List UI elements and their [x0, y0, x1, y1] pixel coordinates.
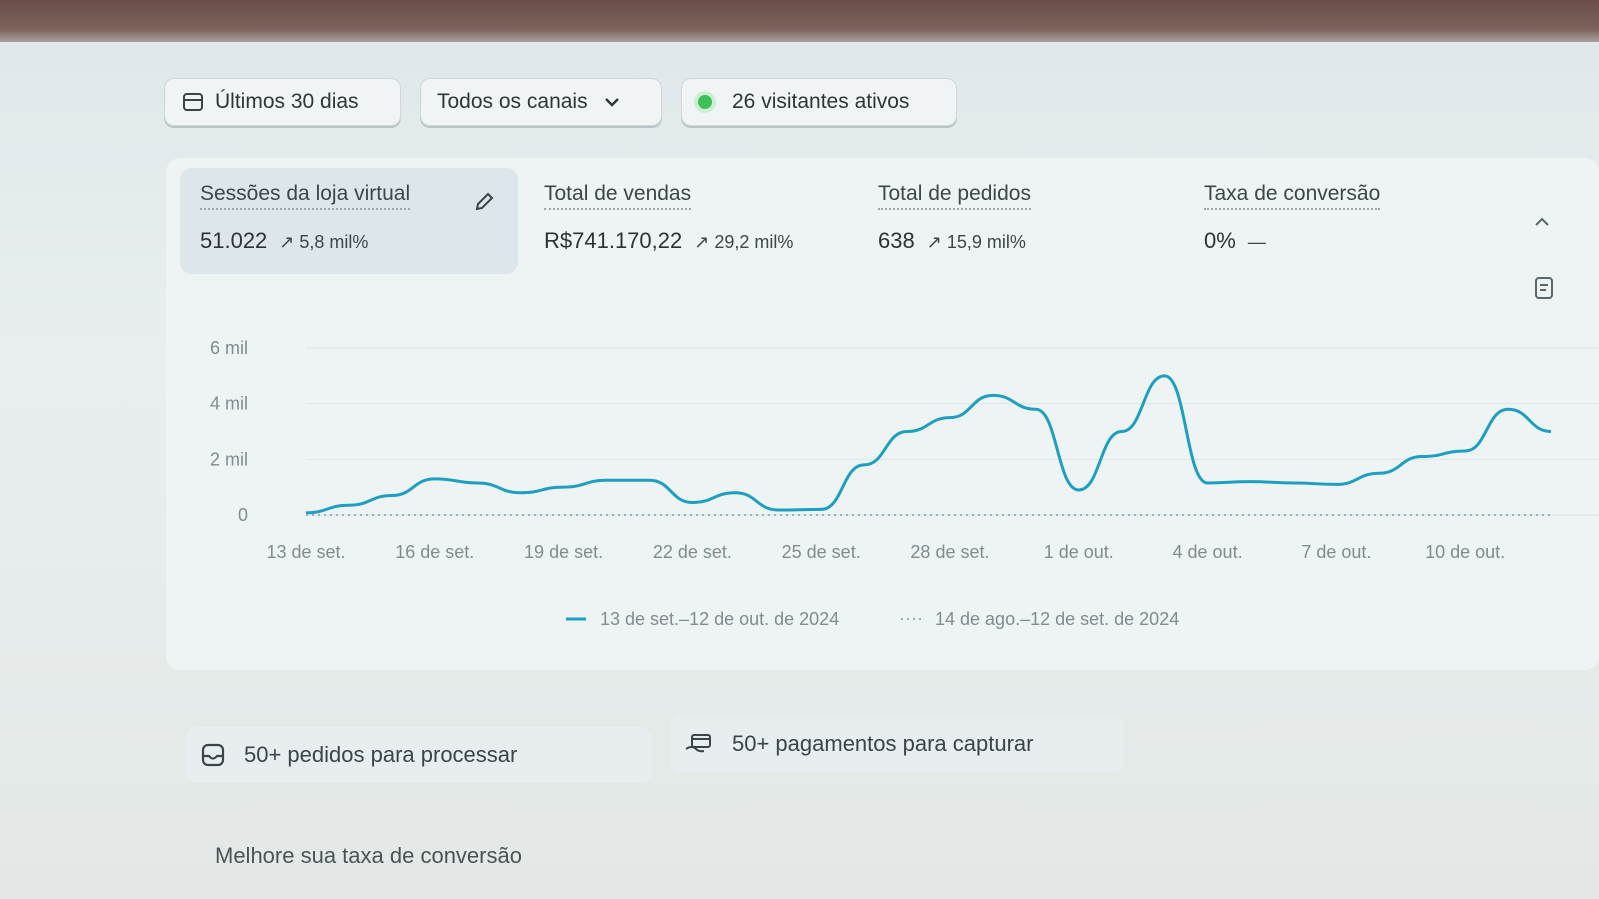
x-tick-label: 25 de set. — [782, 542, 861, 562]
calendar-icon — [183, 93, 203, 111]
orders-task-label: 50+ pedidos para processar — [244, 742, 518, 767]
y-tick-label: 6 mil — [210, 338, 248, 358]
payments-to-capture-button[interactable]: 50+ pagamentos para capturar — [670, 716, 1124, 772]
legend-label: 14 de ago.–12 de set. de 2024 — [935, 609, 1179, 629]
sessions-line-chart: 6 mil 4 mil 2 mil 0 13 de set. 16 de set. 19 d… — [210, 338, 1599, 629]
channels-label: Todos os canais — [437, 90, 588, 113]
x-tick-label: 13 de set. — [266, 542, 345, 562]
credit-card-icon — [685, 734, 711, 753]
active-visitors-label: 26 visitantes ativos — [732, 90, 910, 113]
x-tick-label: 16 de set. — [395, 542, 474, 562]
orders-to-process-button[interactable]: 50+ pedidos para processar — [186, 727, 652, 783]
chevron-down-icon — [604, 98, 619, 107]
active-visitors-button[interactable]: 26 visitantes ativos — [681, 78, 957, 126]
inbox-icon — [201, 743, 225, 767]
section-title: Melhore sua taxa de conversão — [215, 843, 522, 868]
current-period-line — [305, 374, 1552, 515]
analytics-card: Sessões da loja virtual 51.022 ↗ 5,8 mil… — [166, 158, 1599, 670]
x-tick-label: 28 de set. — [910, 542, 989, 562]
x-tick-label: 1 de out. — [1044, 542, 1114, 562]
payments-task-label: 50+ pagamentos para capturar — [732, 731, 1034, 756]
x-tick-label: 4 de out. — [1173, 542, 1243, 562]
live-status-dot — [698, 95, 712, 109]
date-range-label: Últimos 30 dias — [215, 90, 359, 113]
y-tick-label: 4 mil — [210, 394, 248, 414]
x-tick-label: 10 de out. — [1425, 542, 1505, 562]
legend-label: 13 de set.–12 de out. de 2024 — [600, 609, 839, 629]
x-tick-label: 22 de set. — [653, 542, 732, 562]
date-range-button[interactable]: Últimos 30 dias — [164, 78, 401, 126]
top-bezel — [0, 0, 1599, 42]
channels-dropdown[interactable]: Todos os canais — [420, 78, 662, 126]
x-tick-label: 19 de set. — [524, 542, 603, 562]
x-tick-label: 7 de out. — [1301, 542, 1371, 562]
y-tick-label: 2 mil — [210, 449, 248, 469]
y-tick-label: 0 — [238, 505, 248, 525]
